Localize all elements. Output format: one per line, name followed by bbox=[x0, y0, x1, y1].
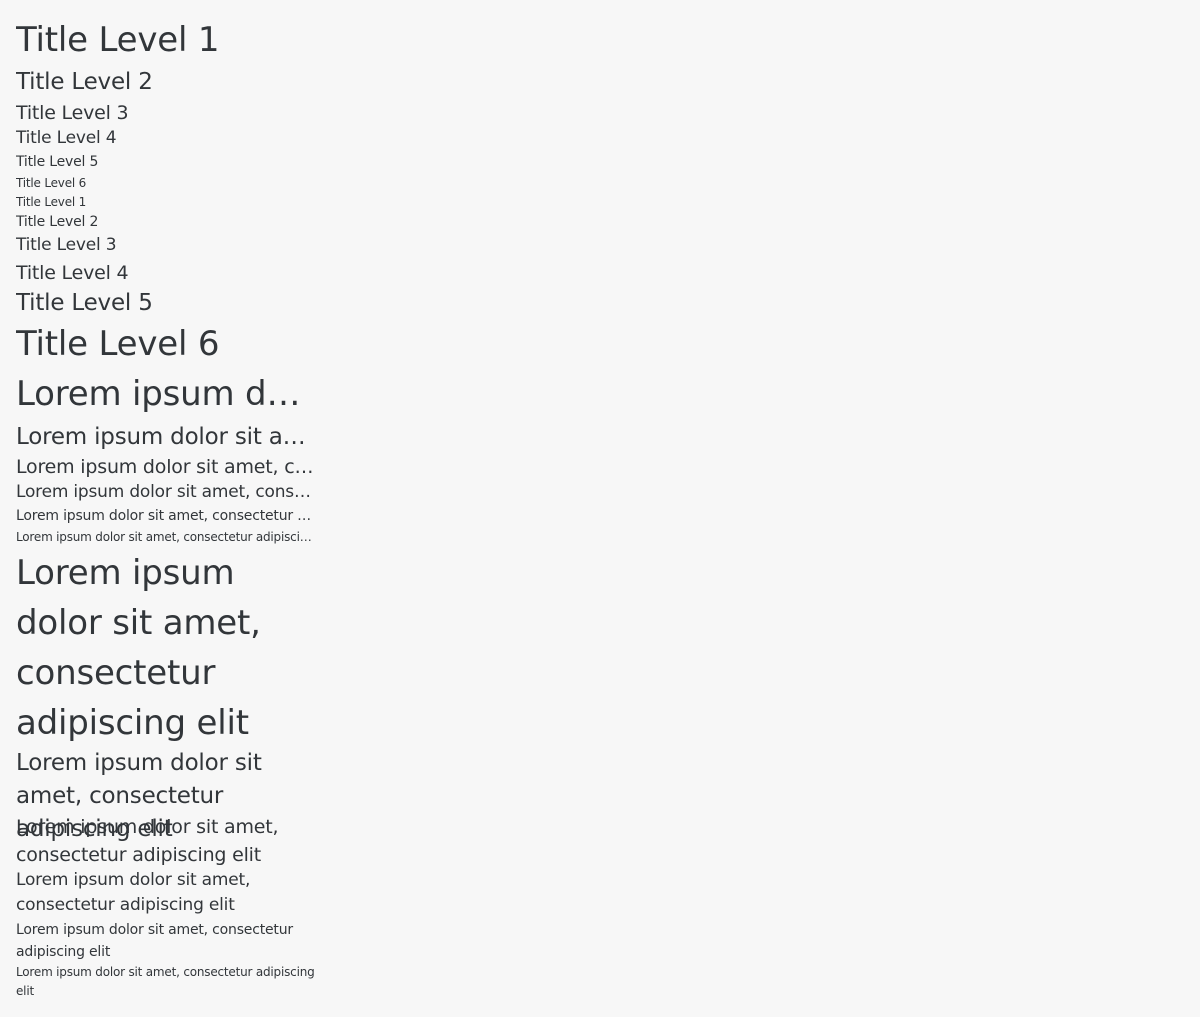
title-level-5: Title Level 5 bbox=[16, 154, 99, 170]
title-level-3: Title Level 3 bbox=[16, 102, 129, 124]
truncated-title-level-1: Lorem ipsum dolor sit amet, consectetur … bbox=[16, 374, 316, 414]
wrapping-title-level-1: Lorem ipsum dolor sit amet, consectetur … bbox=[16, 553, 261, 743]
title-level-6-large: Title Level 6 bbox=[16, 324, 220, 364]
truncated-title-level-5: Lorem ipsum dolor sit amet, consectetur … bbox=[16, 508, 316, 524]
title-level-4-large: Title Level 4 bbox=[16, 262, 129, 284]
title-level-1: Title Level 1 bbox=[16, 20, 220, 60]
wrapping-title-level-5: Lorem ipsum dolor sit amet, consectetur … bbox=[16, 922, 293, 960]
truncated-title-level-6: Lorem ipsum dolor sit amet, consectetur … bbox=[16, 530, 316, 544]
title-level-2: Title Level 2 bbox=[16, 69, 153, 95]
title-level-6: Title Level 6 bbox=[16, 176, 87, 190]
title-showcase-page: Title Level 1 Title Level 2 Title Level … bbox=[0, 0, 1200, 1017]
truncated-title-level-3: Lorem ipsum dolor sit amet, consectetur … bbox=[16, 456, 316, 478]
title-level-5-large: Title Level 5 bbox=[16, 290, 153, 316]
title-level-3-small: Title Level 3 bbox=[16, 235, 117, 255]
wrapping-title-level-6: Lorem ipsum dolor sit amet, consectetur … bbox=[16, 965, 315, 998]
truncated-title-level-2: Lorem ipsum dolor sit amet, consectetur … bbox=[16, 424, 316, 450]
title-level-4: Title Level 4 bbox=[16, 128, 117, 148]
truncated-title-level-4: Lorem ipsum dolor sit amet, consectetur … bbox=[16, 482, 316, 502]
wrapping-title-level-4: Lorem ipsum dolor sit amet, consectetur … bbox=[16, 870, 251, 915]
title-level-1-small: Title Level 1 bbox=[16, 195, 87, 209]
wrapping-title-level-3: Lorem ipsum dolor sit amet, consectetur … bbox=[16, 816, 279, 866]
title-level-2-small: Title Level 2 bbox=[16, 214, 99, 230]
